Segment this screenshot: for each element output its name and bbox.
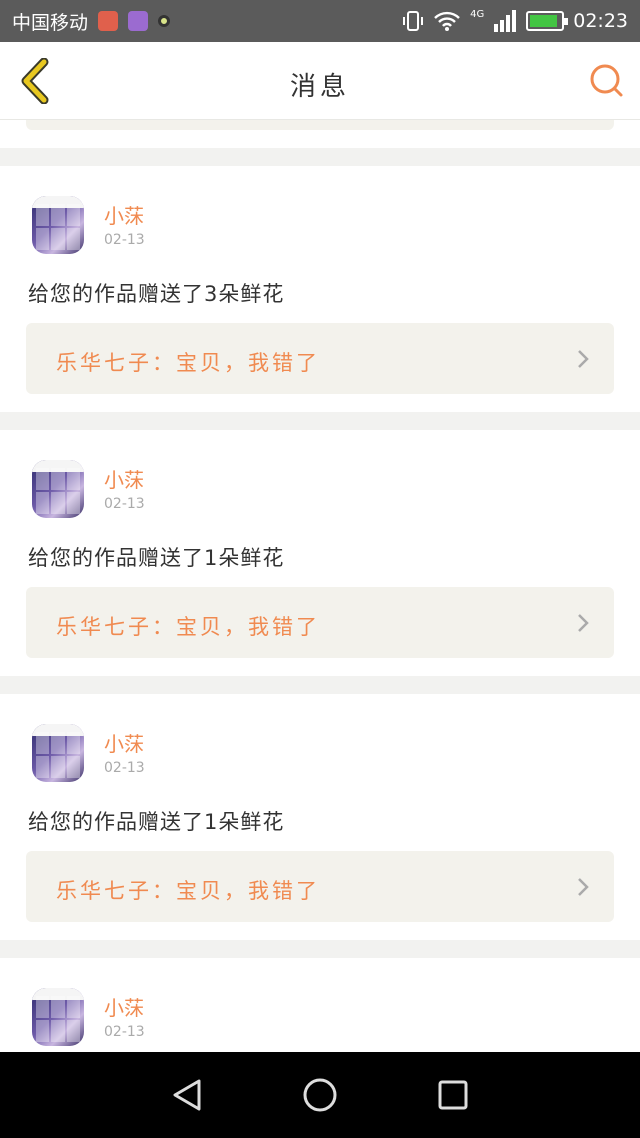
message-text: 给您的作品赠送了1朵鲜花 (28, 810, 285, 834)
message-text: 给您的作品赠送了1朵鲜花 (28, 546, 285, 570)
avatar[interactable] (32, 460, 84, 518)
message-date: 02-13 (104, 760, 145, 776)
message-list[interactable]: 小莯 02-13 给您的作品赠送了3朵鲜花 乐华七子：宝贝，我错了 小莯 02-… (0, 120, 640, 1052)
list-item-partial (0, 120, 640, 148)
list-item[interactable]: 小莯 02-13 (0, 958, 640, 1052)
signal-icon (494, 10, 517, 32)
quoted-work-title: 乐华七子：宝贝，我错了 (56, 879, 320, 903)
list-item[interactable]: 小莯 02-13 给您的作品赠送了1朵鲜花 乐华七子：宝贝，我错了 (0, 430, 640, 676)
vibrate-icon (403, 11, 424, 31)
quoted-work-link[interactable]: 乐华七子：宝贝，我错了 (26, 323, 614, 394)
home-circle-icon[interactable] (300, 1075, 340, 1115)
chevron-right-icon (578, 614, 589, 632)
gallery-app-icon (128, 11, 149, 31)
system-nav-bar (0, 1052, 640, 1138)
page-title: 消息 (289, 72, 350, 102)
app-header: 消息 (0, 42, 640, 120)
sender-name[interactable]: 小莯 (104, 992, 144, 1021)
message-date: 02-13 (104, 1024, 145, 1040)
search-icon[interactable] (588, 62, 624, 98)
sender-name[interactable]: 小莯 (104, 464, 144, 493)
quoted-work-link[interactable]: 乐华七子：宝贝，我错了 (26, 851, 614, 922)
quoted-work-link[interactable]: 乐华七子：宝贝，我错了 (26, 587, 614, 658)
chevron-right-icon (578, 350, 589, 368)
carrier-label: 中国移动 (12, 11, 89, 34)
clock-label: 02:23 (573, 10, 628, 32)
avatar[interactable] (32, 196, 84, 254)
sender-name[interactable]: 小莯 (104, 200, 144, 229)
avatar[interactable] (32, 988, 84, 1046)
message-date: 02-13 (104, 496, 145, 512)
message-text: 给您的作品赠送了3朵鲜花 (28, 282, 285, 306)
battery-icon (526, 11, 569, 31)
mail-app-icon (98, 11, 119, 31)
status-bar: 中国移动 4G 02:23 (0, 0, 640, 42)
chevron-right-icon (578, 878, 589, 896)
back-triangle-icon[interactable] (167, 1075, 207, 1115)
avatar[interactable] (32, 724, 84, 782)
quoted-work-title: 乐华七子：宝贝，我错了 (56, 351, 320, 375)
recents-square-icon[interactable] (433, 1075, 473, 1115)
status-dot-icon (158, 15, 171, 27)
quote-box-partial (26, 120, 614, 130)
wifi-icon (434, 11, 460, 31)
network-type-label: 4G (470, 8, 485, 20)
quoted-work-title: 乐华七子：宝贝，我错了 (56, 615, 320, 639)
message-date: 02-13 (104, 232, 145, 248)
list-item[interactable]: 小莯 02-13 给您的作品赠送了3朵鲜花 乐华七子：宝贝，我错了 (0, 166, 640, 412)
sender-name[interactable]: 小莯 (104, 728, 144, 757)
list-item[interactable]: 小莯 02-13 给您的作品赠送了1朵鲜花 乐华七子：宝贝，我错了 (0, 694, 640, 940)
